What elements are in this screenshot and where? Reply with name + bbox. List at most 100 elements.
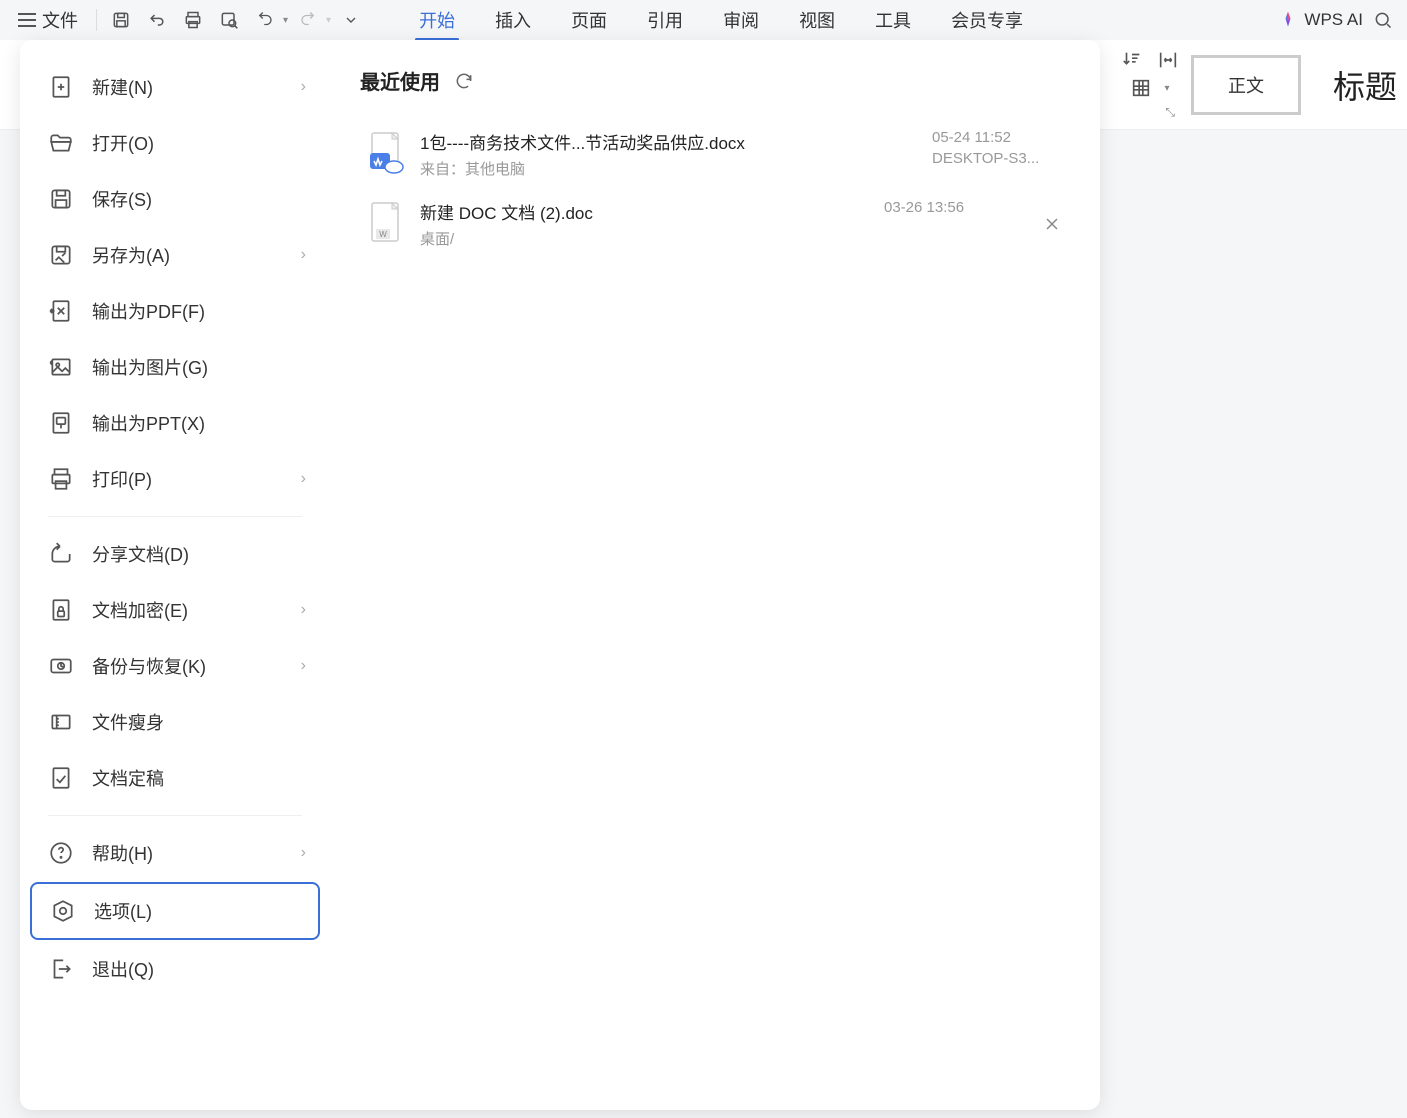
- lock-icon: [48, 597, 74, 623]
- separator: [96, 9, 97, 31]
- print-icon[interactable]: [177, 4, 209, 36]
- tab-reference[interactable]: 引用: [639, 1, 691, 39]
- chevron-right-icon: ›: [301, 844, 306, 862]
- sidebar-item-help[interactable]: 帮助(H) ›: [30, 826, 320, 880]
- menu-label: 另存为(A): [92, 242, 170, 268]
- ai-logo-icon: [1278, 10, 1298, 30]
- search-icon[interactable]: [1367, 4, 1399, 36]
- close-icon[interactable]: [1042, 214, 1062, 234]
- file-meta: 03-26 13:56: [884, 199, 1014, 220]
- sidebar-item-share[interactable]: 分享文档(D): [30, 527, 320, 581]
- refresh-icon[interactable]: [454, 71, 474, 91]
- recent-file-item[interactable]: 1包----商务技术文件...节活动奖品供应.docx 来自：其他电脑 05-2…: [360, 119, 1070, 189]
- chevron-right-icon: ›: [301, 246, 306, 264]
- sidebar-item-save[interactable]: 保存(S): [30, 172, 320, 226]
- tab-view[interactable]: 视图: [791, 1, 843, 39]
- tab-page[interactable]: 页面: [563, 1, 615, 39]
- ribbon-icon-group: ▾ ⤡: [1121, 49, 1179, 120]
- divider: [48, 516, 302, 517]
- doc-icon: W: [368, 201, 404, 245]
- menu-label: 文档定稿: [92, 765, 164, 791]
- hamburger-icon: [18, 13, 36, 27]
- menu-label: 备份与恢复(K): [92, 653, 206, 679]
- sidebar-item-backup[interactable]: 备份与恢复(K) ›: [30, 639, 320, 693]
- sidebar-item-print[interactable]: 打印(P) ›: [30, 452, 320, 506]
- menu-label: 打印(P): [92, 466, 152, 492]
- fit-width-icon[interactable]: [1157, 49, 1179, 71]
- save-as-icon: [48, 242, 74, 268]
- file-source: 来自：其他电脑: [420, 158, 916, 179]
- file-source: 桌面/: [420, 228, 868, 249]
- print-icon: [48, 466, 74, 492]
- style-heading-label[interactable]: 标题: [1333, 62, 1397, 108]
- top-toolbar: 文件 ▾ ▾ 开始 插入 页面 引用 审阅 视图 工具 会员专享 WPS AI: [0, 0, 1407, 40]
- preview-icon[interactable]: [213, 4, 245, 36]
- undo-icon[interactable]: [249, 4, 281, 36]
- menu-label: 文件瘦身: [92, 709, 164, 735]
- undo-sync-icon[interactable]: [141, 4, 173, 36]
- sidebar-item-compress[interactable]: 文件瘦身: [30, 695, 320, 749]
- sidebar-item-save-as[interactable]: 另存为(A) ›: [30, 228, 320, 282]
- recent-title: 最近使用: [360, 66, 440, 95]
- save-icon: [48, 186, 74, 212]
- tab-start[interactable]: 开始: [411, 1, 463, 39]
- tab-tools[interactable]: 工具: [867, 1, 919, 39]
- file-device: DESKTOP-S3...: [932, 150, 1062, 167]
- sidebar-item-options[interactable]: 选项(L): [30, 882, 320, 940]
- wps-ai-button[interactable]: WPS AI: [1278, 10, 1363, 30]
- menu-label: 分享文档(D): [92, 541, 189, 567]
- sidebar-item-finalize[interactable]: 文档定稿: [30, 751, 320, 805]
- menu-label: 保存(S): [92, 186, 152, 212]
- redo-icon[interactable]: [292, 4, 324, 36]
- svg-text:W: W: [379, 230, 387, 239]
- grid-icon[interactable]: [1130, 77, 1152, 99]
- chevron-down-icon[interactable]: ▾: [283, 15, 288, 26]
- sidebar-item-pdf[interactable]: 输出为PDF(F): [30, 284, 320, 338]
- help-icon: [48, 840, 74, 866]
- tab-member[interactable]: 会员专享: [943, 1, 1031, 39]
- file-menu-button[interactable]: 文件: [8, 3, 88, 37]
- sidebar-item-image[interactable]: 输出为图片(G): [30, 340, 320, 394]
- sidebar-item-encrypt[interactable]: 文档加密(E) ›: [30, 583, 320, 637]
- docx-cloud-icon: [368, 131, 404, 175]
- chevron-down-icon[interactable]: ▾: [326, 15, 331, 26]
- sidebar-item-exit[interactable]: 退出(Q): [30, 942, 320, 996]
- pdf-icon: [48, 298, 74, 324]
- menu-label: 帮助(H): [92, 840, 153, 866]
- chevron-down-icon[interactable]: ▾: [1164, 83, 1169, 94]
- chevron-right-icon: ›: [301, 601, 306, 619]
- wps-ai-label: WPS AI: [1304, 10, 1363, 30]
- file-name: 新建 DOC 文档 (2).doc: [420, 199, 868, 224]
- menu-label: 输出为PPT(X): [92, 410, 205, 436]
- ribbon-tabs: 开始 插入 页面 引用 审阅 视图 工具 会员专享: [411, 1, 1031, 39]
- recent-file-item[interactable]: W 新建 DOC 文档 (2).doc 桌面/ 03-26 13:56: [360, 189, 1070, 259]
- file-name: 1包----商务技术文件...节活动奖品供应.docx: [420, 129, 916, 154]
- recent-files-panel: 最近使用 1包----商务技术文件...节活动奖品供应.docx 来自：其他电脑…: [330, 40, 1100, 1110]
- sort-icon[interactable]: [1121, 49, 1143, 71]
- share-icon: [48, 541, 74, 567]
- divider: [48, 815, 302, 816]
- settings-icon: [50, 898, 76, 924]
- style-normal-button[interactable]: 正文: [1191, 55, 1301, 115]
- file-dropdown-panel: 新建(N) › 打开(O) 保存(S) 另存为(A) › 输出为PDF(F) 输…: [20, 40, 1100, 1110]
- ppt-icon: [48, 410, 74, 436]
- sidebar-item-ppt[interactable]: 输出为PPT(X): [30, 396, 320, 450]
- sidebar-item-new[interactable]: 新建(N) ›: [30, 60, 320, 114]
- sidebar-item-open[interactable]: 打开(O): [30, 116, 320, 170]
- menu-label: 输出为PDF(F): [92, 298, 205, 324]
- tab-insert[interactable]: 插入: [487, 1, 539, 39]
- file-info: 1包----商务技术文件...节活动奖品供应.docx 来自：其他电脑: [420, 129, 916, 179]
- file-meta: 05-24 11:52 DESKTOP-S3...: [932, 129, 1062, 167]
- finalize-icon: [48, 765, 74, 791]
- menu-label: 选项(L): [94, 898, 152, 924]
- folder-open-icon: [48, 130, 74, 156]
- file-time: 03-26 13:56: [884, 199, 1014, 216]
- menu-label: 打开(O): [92, 130, 154, 156]
- chevron-right-icon: ›: [301, 470, 306, 488]
- more-chevron-icon[interactable]: [335, 4, 367, 36]
- expand-icon[interactable]: ⤡: [1165, 105, 1175, 120]
- save-icon[interactable]: [105, 4, 137, 36]
- compress-icon: [48, 709, 74, 735]
- backup-icon: [48, 653, 74, 679]
- tab-review[interactable]: 审阅: [715, 1, 767, 39]
